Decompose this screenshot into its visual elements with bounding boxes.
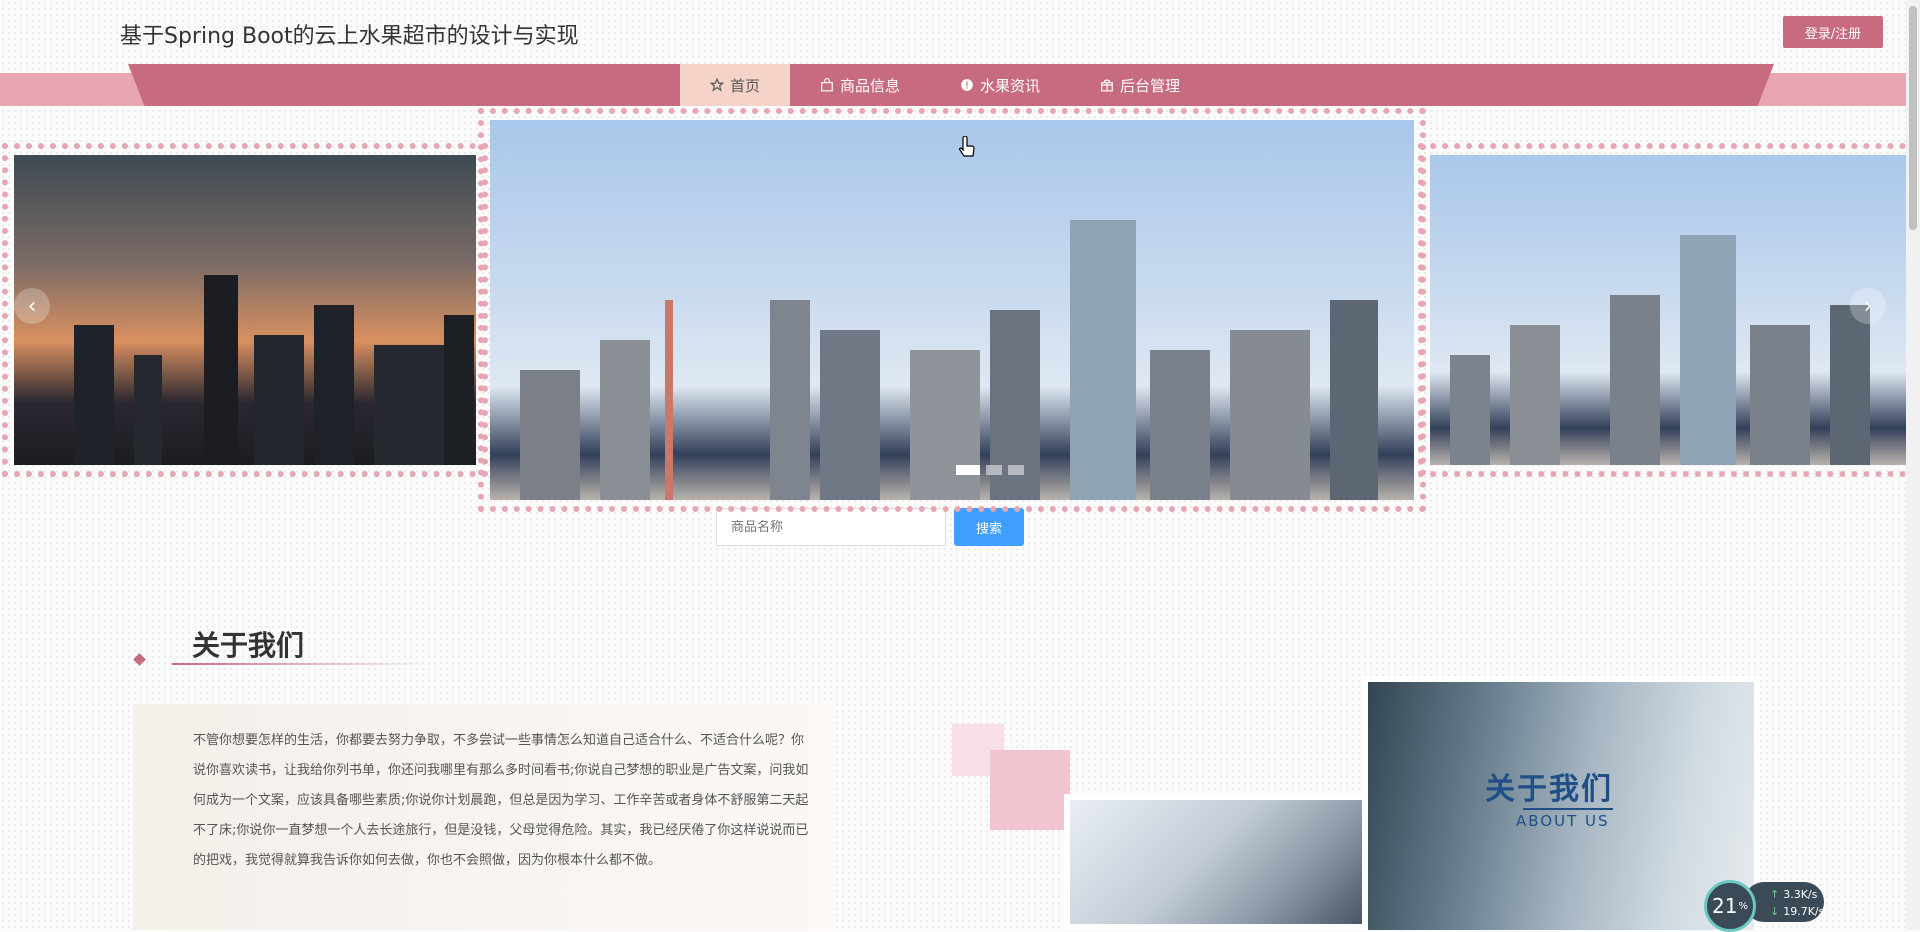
nav-item-home[interactable]: 首页: [680, 64, 791, 106]
carousel-next-arrow[interactable]: ›: [1850, 288, 1886, 324]
star-icon: [710, 78, 724, 92]
info-circle-icon: [961, 79, 973, 91]
shopping-bag-icon: [821, 78, 833, 92]
diamond-decoration: [133, 653, 146, 666]
carousel-dot-2[interactable]: [986, 465, 1002, 475]
speed-unit: K/s: [1807, 905, 1825, 918]
about-us-image: 关于我们 ABOUT US: [1362, 676, 1760, 930]
glass-building-photo: 关于我们 ABOUT US: [1368, 682, 1754, 930]
upload-speed: 3.3: [1783, 888, 1801, 901]
nav-label: 首页: [730, 76, 761, 95]
network-speed-pill: ↑ 3.3K/s ↓ 19.7K/s: [1744, 882, 1824, 922]
about-section-title: 关于我们: [192, 629, 305, 662]
download-speed: 19.7: [1783, 905, 1808, 918]
carousel-prev-arrow[interactable]: ‹: [14, 288, 50, 324]
nav-label: 后台管理: [1120, 76, 1181, 95]
city-skyline-image: [490, 120, 1414, 500]
carousel-slide-next[interactable]: [1418, 143, 1918, 477]
city-reflection-image: [1430, 155, 1906, 465]
product-search-input[interactable]: [716, 508, 946, 546]
about-image-title: 关于我们: [1485, 772, 1613, 807]
upload-arrow-icon: ↑: [1770, 888, 1780, 901]
title-underline: [172, 663, 432, 665]
nav-item-products[interactable]: 商品信息: [790, 64, 930, 106]
cpu-unit: %: [1738, 900, 1748, 912]
about-text-box: 不管你想要怎样的生活，你都要去努力争取，不多尝试一些事情怎么知道自己适合什么、不…: [133, 704, 833, 930]
mouse-pointer-icon: [958, 136, 975, 157]
cpu-value: 21: [1712, 894, 1738, 918]
speed-unit: K/s: [1800, 888, 1818, 901]
search-button[interactable]: 搜索: [954, 508, 1024, 546]
network-monitor-widget[interactable]: ↑ 3.3K/s ↓ 19.7K/s 21%: [1704, 880, 1824, 932]
download-arrow-icon: ↓: [1770, 905, 1780, 918]
carousel-slide-prev[interactable]: [2, 143, 488, 477]
cpu-usage-circle: 21%: [1704, 880, 1756, 932]
about-text: 不管你想要怎样的生活，你都要去努力争取，不多尝试一些事情怎么知道自己适合什么、不…: [193, 733, 809, 868]
site-title: 基于Spring Boot的云上水果超市的设计与实现: [120, 24, 579, 49]
carousel-slide-active[interactable]: [478, 108, 1426, 512]
pink-square-decoration: [990, 750, 1070, 830]
login-register-button[interactable]: 登录/注册: [1783, 16, 1883, 48]
nav-label: 水果资讯: [980, 76, 1041, 95]
carousel-indicators: [956, 465, 1024, 475]
page-scrollbar[interactable]: [1906, 0, 1920, 930]
nav-item-news[interactable]: 水果资讯: [930, 64, 1070, 106]
nav-item-admin[interactable]: 后台管理: [1070, 64, 1210, 106]
about-image-subtitle: ABOUT US: [1516, 812, 1610, 830]
city-night-image: [14, 155, 476, 465]
about-image-line: [1523, 808, 1613, 810]
carousel-dot-1[interactable]: [956, 465, 980, 475]
gift-box-icon: [1101, 79, 1113, 92]
nav-label: 商品信息: [840, 76, 901, 95]
main-nav: 首页 商品信息 水果资讯 后台管理: [680, 64, 1210, 106]
scrollbar-thumb[interactable]: [1909, 6, 1917, 230]
carousel-dot-3[interactable]: [1008, 465, 1024, 475]
